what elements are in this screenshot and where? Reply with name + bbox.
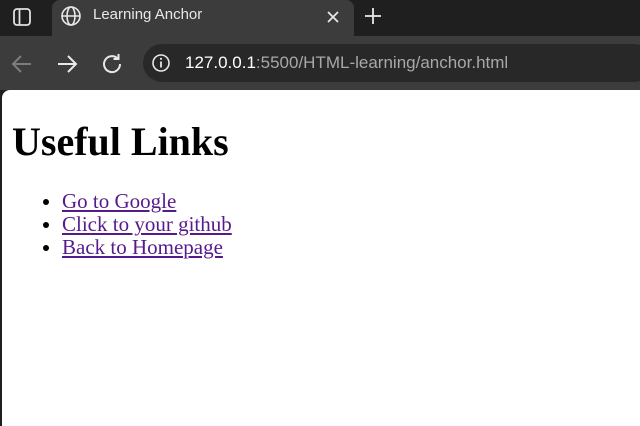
forward-arrow-icon[interactable] [54, 51, 80, 77]
info-icon[interactable] [151, 53, 171, 73]
browser-tab[interactable]: Learning Anchor [52, 0, 354, 36]
tab-title: Learning Anchor [93, 6, 203, 23]
links-list: Go to Google Click to your github Back t… [22, 190, 232, 259]
list-item: Go to Google [62, 190, 232, 213]
globe-icon [60, 5, 82, 27]
google-link[interactable]: Go to Google [62, 189, 176, 213]
github-link[interactable]: Click to your github [62, 212, 232, 236]
page-content: Useful Links Go to Google Click to your … [2, 90, 640, 426]
url-path: :5500/HTML-learning/anchor.html [255, 53, 509, 72]
new-tab-plus-icon[interactable] [361, 4, 385, 28]
tab-search-icon[interactable] [8, 5, 36, 29]
browser-toolbar: 127.0.0.1:5500/HTML-learning/anchor.html [0, 36, 640, 90]
back-arrow-icon[interactable] [9, 51, 35, 77]
list-item: Click to your github [62, 213, 232, 236]
homepage-link[interactable]: Back to Homepage [62, 235, 223, 259]
url-text[interactable]: 127.0.0.1:5500/HTML-learning/anchor.html [185, 53, 508, 73]
address-bar[interactable]: 127.0.0.1:5500/HTML-learning/anchor.html [143, 44, 640, 82]
url-host: 127.0.0.1 [185, 53, 256, 72]
reload-icon[interactable] [99, 51, 125, 77]
close-icon[interactable] [322, 6, 344, 28]
list-item: Back to Homepage [62, 236, 232, 259]
tab-strip: Learning Anchor [0, 0, 640, 36]
page-title: Useful Links [12, 119, 229, 164]
